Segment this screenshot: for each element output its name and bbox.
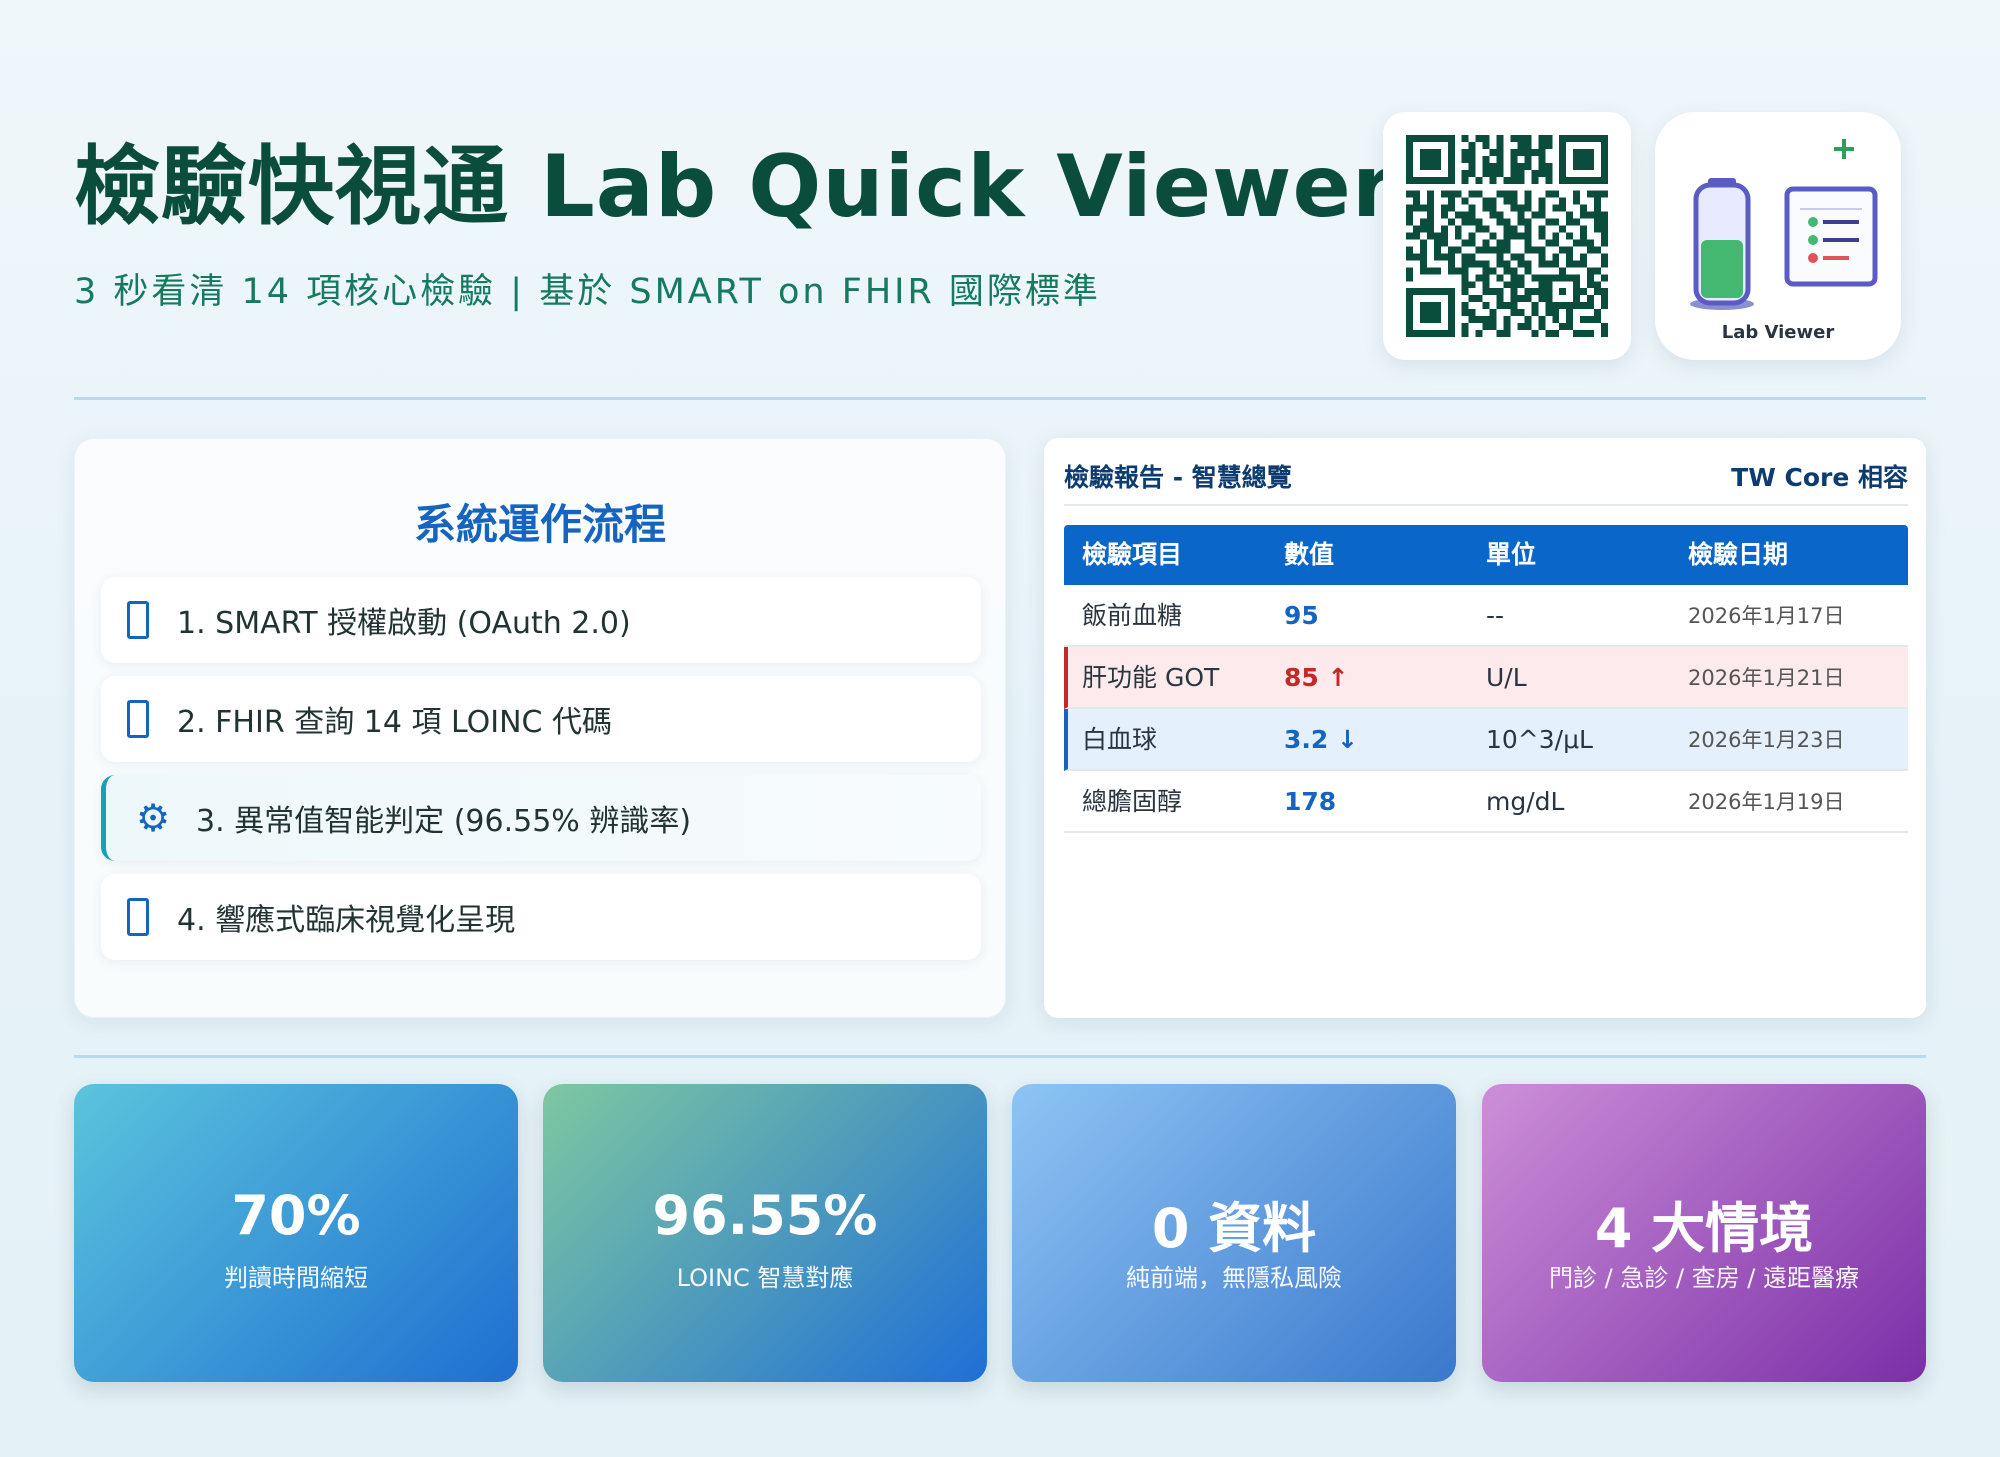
tw-core-badge: TW Core 相容: [1731, 463, 1908, 492]
qr-code-icon: [1406, 135, 1608, 337]
column-header-unit: 單位: [1486, 540, 1537, 569]
logo-label: Lab Viewer: [1722, 322, 1835, 343]
page-subtitle: 3 秒看清 14 項核心檢驗 | 基於 SMART on FHIR 國際標準: [74, 271, 1101, 312]
qr-code-card[interactable]: [1383, 112, 1631, 360]
flow-step-4: 4. 響應式臨床視覺化呈現: [101, 874, 981, 960]
table-row-high[interactable]: 肝功能 GOT 85 ↑ U/L 2026年1月21日: [1064, 647, 1908, 709]
app-logo-card: Lab Viewer: [1655, 112, 1901, 360]
stat-label: LOINC 智慧對應: [676, 1264, 854, 1292]
flow-title: 系統運作流程: [413, 500, 666, 549]
header-divider: [74, 397, 1926, 400]
row-value: 95: [1284, 601, 1319, 630]
table-header: 檢驗項目 數值 單位 檢驗日期: [1064, 525, 1908, 585]
flow-step-label: 4. 響應式臨床視覺化呈現: [177, 903, 516, 938]
page-title: 檢驗快視通 Lab Quick Viewer: [74, 137, 1396, 237]
row-date: 2026年1月23日: [1688, 728, 1845, 752]
report-title: 檢驗報告 - 智慧總覽: [1064, 463, 1292, 492]
report-header: 檢驗報告 - 智慧總覽 TW Core 相容: [1064, 458, 1908, 506]
flow-step-label: 3. 異常值智能判定 (96.55% 辨識率): [196, 804, 692, 839]
column-header-value: 數值: [1284, 540, 1335, 569]
row-date: 2026年1月17日: [1688, 604, 1845, 628]
row-value: 178: [1284, 787, 1337, 816]
stat-card-scenarios: 4 大情境 門診 / 急診 / 查房 / 遠距醫療: [1482, 1084, 1926, 1382]
stat-value: 4 大情境: [1594, 1197, 1814, 1260]
box-icon: [127, 601, 149, 639]
flow-step-2: 2. FHIR 查詢 14 項 LOINC 代碼: [101, 676, 981, 762]
stat-label: 純前端，無隱私風險: [1126, 1264, 1342, 1292]
stat-value: 70%: [231, 1184, 361, 1247]
row-unit: U/L: [1486, 663, 1527, 692]
table-row-low[interactable]: 白血球 3.2 ↓ 10^3/μL 2026年1月23日: [1064, 709, 1908, 771]
box-icon: [127, 898, 149, 936]
row-unit: mg/dL: [1486, 787, 1565, 816]
row-unit: 10^3/μL: [1486, 725, 1593, 754]
flow-step-1: 1. SMART 授權啟動 (OAuth 2.0): [101, 577, 981, 663]
flow-step-3: ⚙ 3. 異常值智能判定 (96.55% 辨識率): [101, 775, 981, 861]
row-date: 2026年1月21日: [1688, 666, 1845, 690]
row-unit: --: [1486, 601, 1505, 630]
system-flow-panel: 系統運作流程 1. SMART 授權啟動 (OAuth 2.0) 2. FHIR…: [74, 438, 1006, 1018]
column-header-date: 檢驗日期: [1688, 540, 1789, 569]
row-item: 飯前血糖: [1082, 601, 1183, 630]
stat-card-reading-time: 70% 判讀時間縮短: [74, 1084, 518, 1382]
stat-label: 門診 / 急診 / 查房 / 遠距醫療: [1548, 1264, 1860, 1292]
row-value-low: 3.2 ↓: [1284, 725, 1358, 754]
flow-step-label: 1. SMART 授權啟動 (OAuth 2.0): [177, 606, 631, 641]
lab-report-panel: 檢驗報告 - 智慧總覽 TW Core 相容 檢驗項目 數值 單位 檢驗日期 飯…: [1044, 438, 1926, 1018]
row-value-high: 85 ↑: [1284, 663, 1349, 692]
stat-card-loinc: 96.55% LOINC 智慧對應: [543, 1084, 987, 1382]
lab-viewer-logo-icon: Lab Viewer: [1690, 139, 1878, 343]
column-header-item: 檢驗項目: [1082, 540, 1183, 569]
stat-value: 96.55%: [652, 1184, 878, 1247]
row-date: 2026年1月19日: [1688, 790, 1845, 814]
stat-card-privacy: 0 資料 純前端，無隱私風險: [1012, 1084, 1456, 1382]
table-row[interactable]: 總膽固醇 178 mg/dL 2026年1月19日: [1064, 771, 1908, 833]
header: 檢驗快視通 Lab Quick Viewer 3 秒看清 14 項核心檢驗 | …: [74, 137, 1396, 314]
stat-value: 0 資料: [1151, 1197, 1317, 1260]
table-row[interactable]: 飯前血糖 95 -- 2026年1月17日: [1064, 585, 1908, 647]
stat-label: 判讀時間縮短: [224, 1264, 368, 1292]
box-icon: [127, 700, 149, 738]
gear-icon: ⚙: [136, 796, 171, 840]
flow-step-label: 2. FHIR 查詢 14 項 LOINC 代碼: [177, 705, 613, 740]
row-item: 肝功能 GOT: [1082, 663, 1220, 692]
section-divider: [74, 1055, 1926, 1058]
row-item: 白血球: [1082, 725, 1158, 754]
row-item: 總膽固醇: [1082, 787, 1183, 816]
